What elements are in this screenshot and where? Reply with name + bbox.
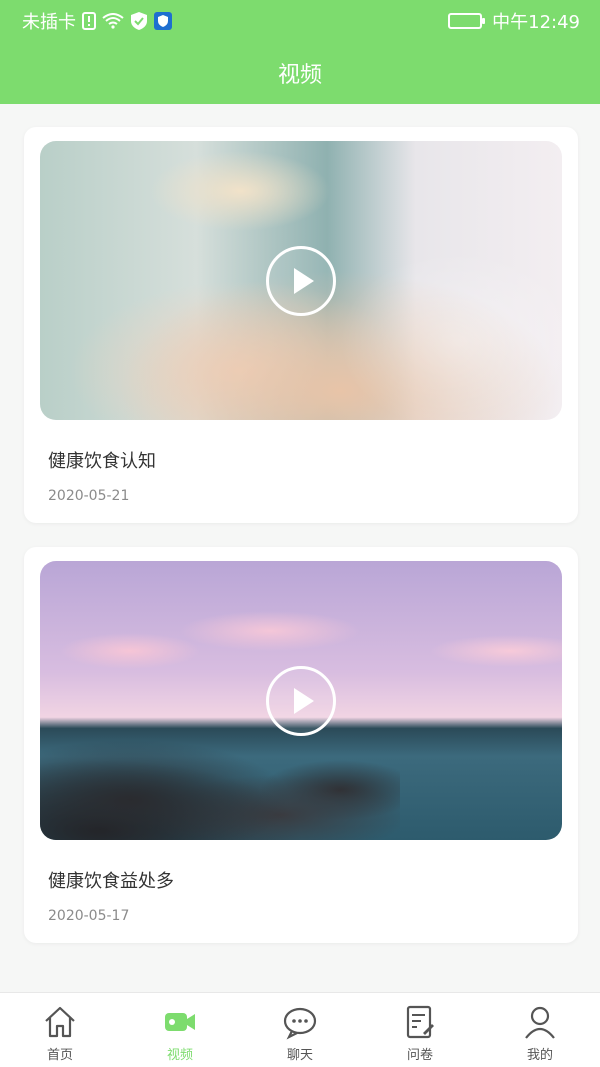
video-date: 2020-05-17 <box>48 908 130 924</box>
shield-check-icon <box>130 11 148 31</box>
status-time: 中午12:49 <box>492 12 580 33</box>
play-icon[interactable] <box>266 665 336 736</box>
page-header: 视频 <box>0 42 600 104</box>
tab-label: 聊天 <box>286 1048 313 1063</box>
video-card[interactable]: 健康饮食益处多 2020-05-17 <box>24 547 578 943</box>
home-icon <box>45 1006 75 1038</box>
tab-questionnaire[interactable]: 问卷 <box>360 993 480 1067</box>
questionnaire-icon <box>406 1005 434 1039</box>
user-icon <box>525 1006 555 1039</box>
tab-profile[interactable]: 我的 <box>480 993 600 1067</box>
bottom-tab-bar: 首页 视频 聊天 问卷 我的 <box>0 992 600 1067</box>
tab-video[interactable]: 视频 <box>120 993 240 1067</box>
tab-label: 问卷 <box>406 1048 433 1063</box>
play-icon[interactable] <box>266 245 336 316</box>
sea-and-rocks-image[interactable] <box>40 561 562 840</box>
status-left: 未插卡 <box>22 8 172 34</box>
wifi-icon <box>102 13 124 29</box>
security-app-icon <box>154 12 172 30</box>
tab-home[interactable]: 首页 <box>0 993 120 1067</box>
status-bar: 未插卡 中午12:49 <box>0 0 600 42</box>
rocks-decor <box>40 710 400 840</box>
tab-label: 我的 <box>526 1048 553 1063</box>
video-card[interactable]: 健康饮食认知 2020-05-21 <box>24 127 578 523</box>
status-right: 中午12:49 <box>448 8 580 34</box>
battery-charging-icon <box>448 13 486 29</box>
video-camera-icon <box>165 1013 195 1031</box>
hands-with-shadow-image[interactable] <box>40 141 562 420</box>
carrier-label: 未插卡 <box>22 12 76 33</box>
tab-chat[interactable]: 聊天 <box>240 993 360 1067</box>
video-title: 健康饮食益处多 <box>48 871 174 892</box>
page-title: 视频 <box>277 63 322 88</box>
video-title: 健康饮食认知 <box>48 451 156 472</box>
sim-alert-icon <box>82 12 96 30</box>
video-date: 2020-05-21 <box>48 488 130 504</box>
tab-label: 首页 <box>46 1048 73 1063</box>
tab-label: 视频 <box>166 1048 193 1063</box>
chat-bubble-icon <box>283 1007 317 1040</box>
